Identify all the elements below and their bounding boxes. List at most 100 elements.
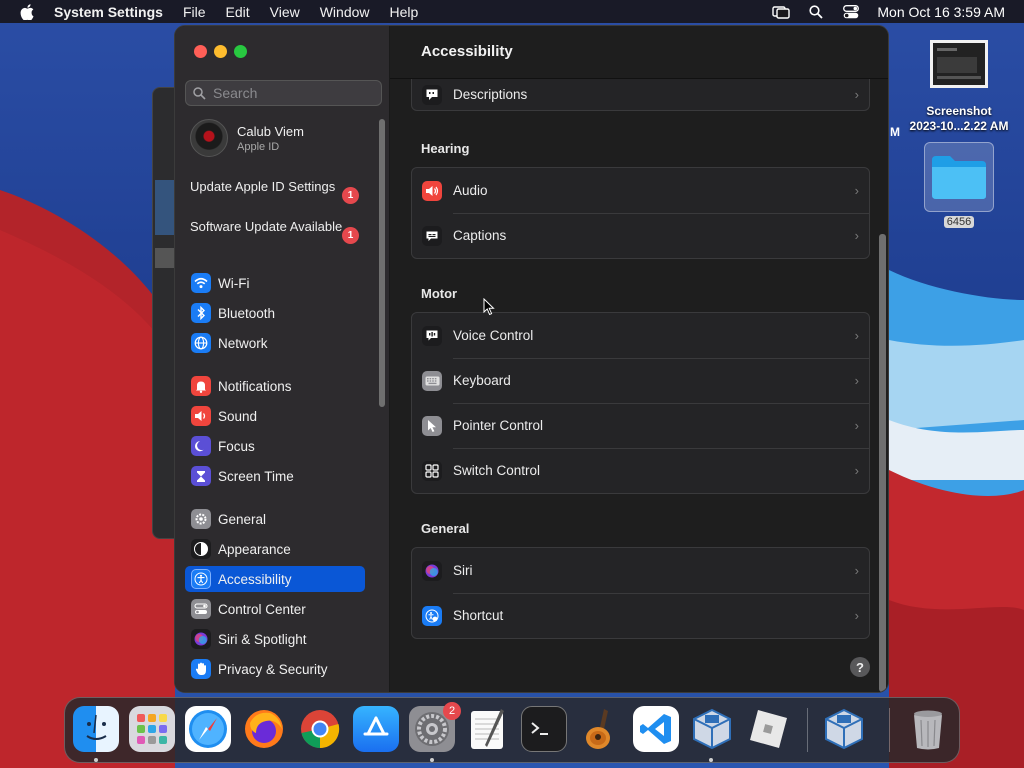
section-heading-general: General: [421, 521, 470, 536]
row-label: Switch Control: [453, 463, 541, 478]
spotlight-search-icon[interactable]: [807, 4, 825, 20]
dock-badge: 2: [443, 702, 461, 720]
row-audio[interactable]: Audio ›: [412, 168, 869, 213]
control-center-icon: [191, 599, 211, 619]
dock-virtualbox-icon[interactable]: [689, 706, 735, 752]
sidebar-item-notifications[interactable]: Notifications: [185, 373, 365, 399]
captions-icon: [422, 225, 442, 246]
accessibility-pane: Accessibility Descriptions › Hearing Aud…: [390, 26, 888, 692]
row-label: Shortcut: [453, 608, 504, 623]
section-heading-hearing: Hearing: [421, 141, 470, 156]
dock-garageband-icon[interactable]: [577, 706, 623, 752]
desktop-folder[interactable]: 6456: [922, 142, 996, 230]
dock-firefox-icon[interactable]: [241, 706, 287, 752]
switch-control-icon: [422, 460, 442, 481]
sidebar-item-control-center[interactable]: Control Center: [185, 596, 365, 622]
notice-update-apple-id[interactable]: Update Apple ID Settings 1: [190, 179, 365, 213]
dock-trash-icon[interactable]: [905, 706, 951, 752]
row-siri[interactable]: Siri ›: [412, 548, 869, 593]
screen-mirroring-icon[interactable]: [772, 4, 791, 20]
siri-icon: [422, 560, 442, 581]
dock-virtualbox-vm-icon[interactable]: [821, 706, 867, 752]
speaker-icon: [191, 406, 211, 426]
sidebar-item-general[interactable]: General: [185, 506, 365, 532]
row-label: Siri: [453, 563, 473, 578]
sidebar-item-siri-spotlight[interactable]: Siri & Spotlight: [185, 626, 365, 652]
control-center-icon[interactable]: [842, 4, 860, 20]
dock-app-store-icon[interactable]: [353, 706, 399, 752]
row-keyboard[interactable]: Keyboard ›: [412, 358, 869, 403]
sidebar-item-label: Control Center: [218, 601, 306, 617]
general-group: Siri › Shortcut ›: [411, 547, 870, 639]
menu-help[interactable]: Help: [390, 4, 419, 20]
sidebar-item-appearance[interactable]: Appearance: [185, 536, 365, 562]
zoom-window-button[interactable]: [234, 45, 247, 58]
row-label: Keyboard: [453, 373, 511, 388]
apple-menu-icon[interactable]: [17, 0, 37, 23]
screenshot-thumbnail-icon: [930, 40, 988, 88]
chevron-right-icon: ›: [854, 463, 859, 478]
hearing-group: Audio › Captions ›: [411, 167, 870, 259]
sidebar-item-bluetooth[interactable]: Bluetooth: [185, 300, 365, 326]
row-shortcut[interactable]: Shortcut ›: [412, 593, 869, 638]
row-label: Pointer Control: [453, 418, 544, 433]
sidebar-item-screen-time[interactable]: Screen Time: [185, 463, 365, 489]
menu-view[interactable]: View: [270, 4, 300, 20]
chevron-right-icon: ›: [854, 373, 859, 388]
globe-icon: [191, 333, 211, 353]
voice-control-icon: [422, 325, 442, 346]
dock-system-settings-icon[interactable]: 2: [409, 702, 461, 752]
desktop-edge-text: M: [890, 125, 900, 139]
dock-textedit-icon[interactable]: [465, 706, 511, 752]
row-label: Descriptions: [453, 87, 528, 102]
notice-software-update[interactable]: Software Update Available 1: [190, 219, 365, 253]
profile-subtitle: Apple ID: [237, 140, 280, 153]
apple-id-profile[interactable]: Calub Viem Apple ID: [190, 119, 304, 157]
row-captions[interactable]: Captions ›: [412, 213, 869, 258]
sidebar-item-sound[interactable]: Sound: [185, 403, 365, 429]
sidebar-item-wifi[interactable]: Wi-Fi: [185, 270, 365, 296]
section-heading-motor: Motor: [421, 286, 458, 301]
desktop-screenshot-file[interactable]: Screenshot 2023-10...2.22 AM: [898, 40, 1020, 134]
menu-file[interactable]: File: [183, 4, 206, 20]
close-window-button[interactable]: [194, 45, 207, 58]
sidebar-item-accessibility[interactable]: Accessibility: [185, 566, 365, 592]
moon-icon: [191, 436, 211, 456]
sidebar-item-label: Privacy & Security: [218, 661, 328, 677]
dock-finder-icon[interactable]: [73, 706, 119, 752]
menu-edit[interactable]: Edit: [226, 4, 250, 20]
dock-launchpad-icon[interactable]: [129, 706, 175, 752]
vision-group: Descriptions ›: [411, 79, 870, 111]
dock-roblox-icon[interactable]: [745, 706, 791, 752]
chevron-right-icon: ›: [854, 228, 859, 243]
sidebar-item-label: Bluetooth: [218, 305, 276, 321]
row-switch-control[interactable]: Switch Control ›: [412, 448, 869, 493]
menu-clock[interactable]: Mon Oct 16 3:59 AM: [877, 4, 1005, 20]
menu-app-name[interactable]: System Settings: [54, 4, 163, 20]
page-title: Accessibility: [421, 43, 513, 60]
dock-terminal-icon[interactable]: [521, 706, 567, 752]
row-descriptions[interactable]: Descriptions ›: [412, 79, 869, 110]
sidebar-item-focus[interactable]: Focus: [185, 433, 365, 459]
help-button[interactable]: ?: [850, 657, 870, 677]
dock-chrome-icon[interactable]: [297, 706, 343, 752]
sidebar-item-label: General: [218, 511, 267, 527]
sidebar-search[interactable]: [185, 80, 382, 106]
sidebar-scrollbar[interactable]: [379, 119, 385, 407]
row-voice-control[interactable]: Voice Control ›: [412, 313, 869, 358]
search-input[interactable]: [213, 85, 373, 101]
menu-window[interactable]: Window: [320, 4, 370, 20]
sidebar-item-label: Network: [218, 335, 268, 351]
motor-group: Voice Control › Keyboard › Pointer Contr…: [411, 312, 870, 494]
row-pointer-control[interactable]: Pointer Control ›: [412, 403, 869, 448]
content-scrollbar[interactable]: [879, 234, 886, 692]
sidebar-item-network[interactable]: Network: [185, 330, 365, 356]
hand-icon: [191, 659, 211, 679]
background-window-content: [155, 248, 175, 268]
appearance-icon: [191, 539, 211, 559]
minimize-window-button[interactable]: [214, 45, 227, 58]
dock-safari-icon[interactable]: [185, 706, 231, 752]
sidebar-item-privacy-security[interactable]: Privacy & Security: [185, 656, 365, 682]
dock-vscode-icon[interactable]: [633, 706, 679, 752]
sidebar-item-label: Siri & Spotlight: [218, 631, 307, 647]
